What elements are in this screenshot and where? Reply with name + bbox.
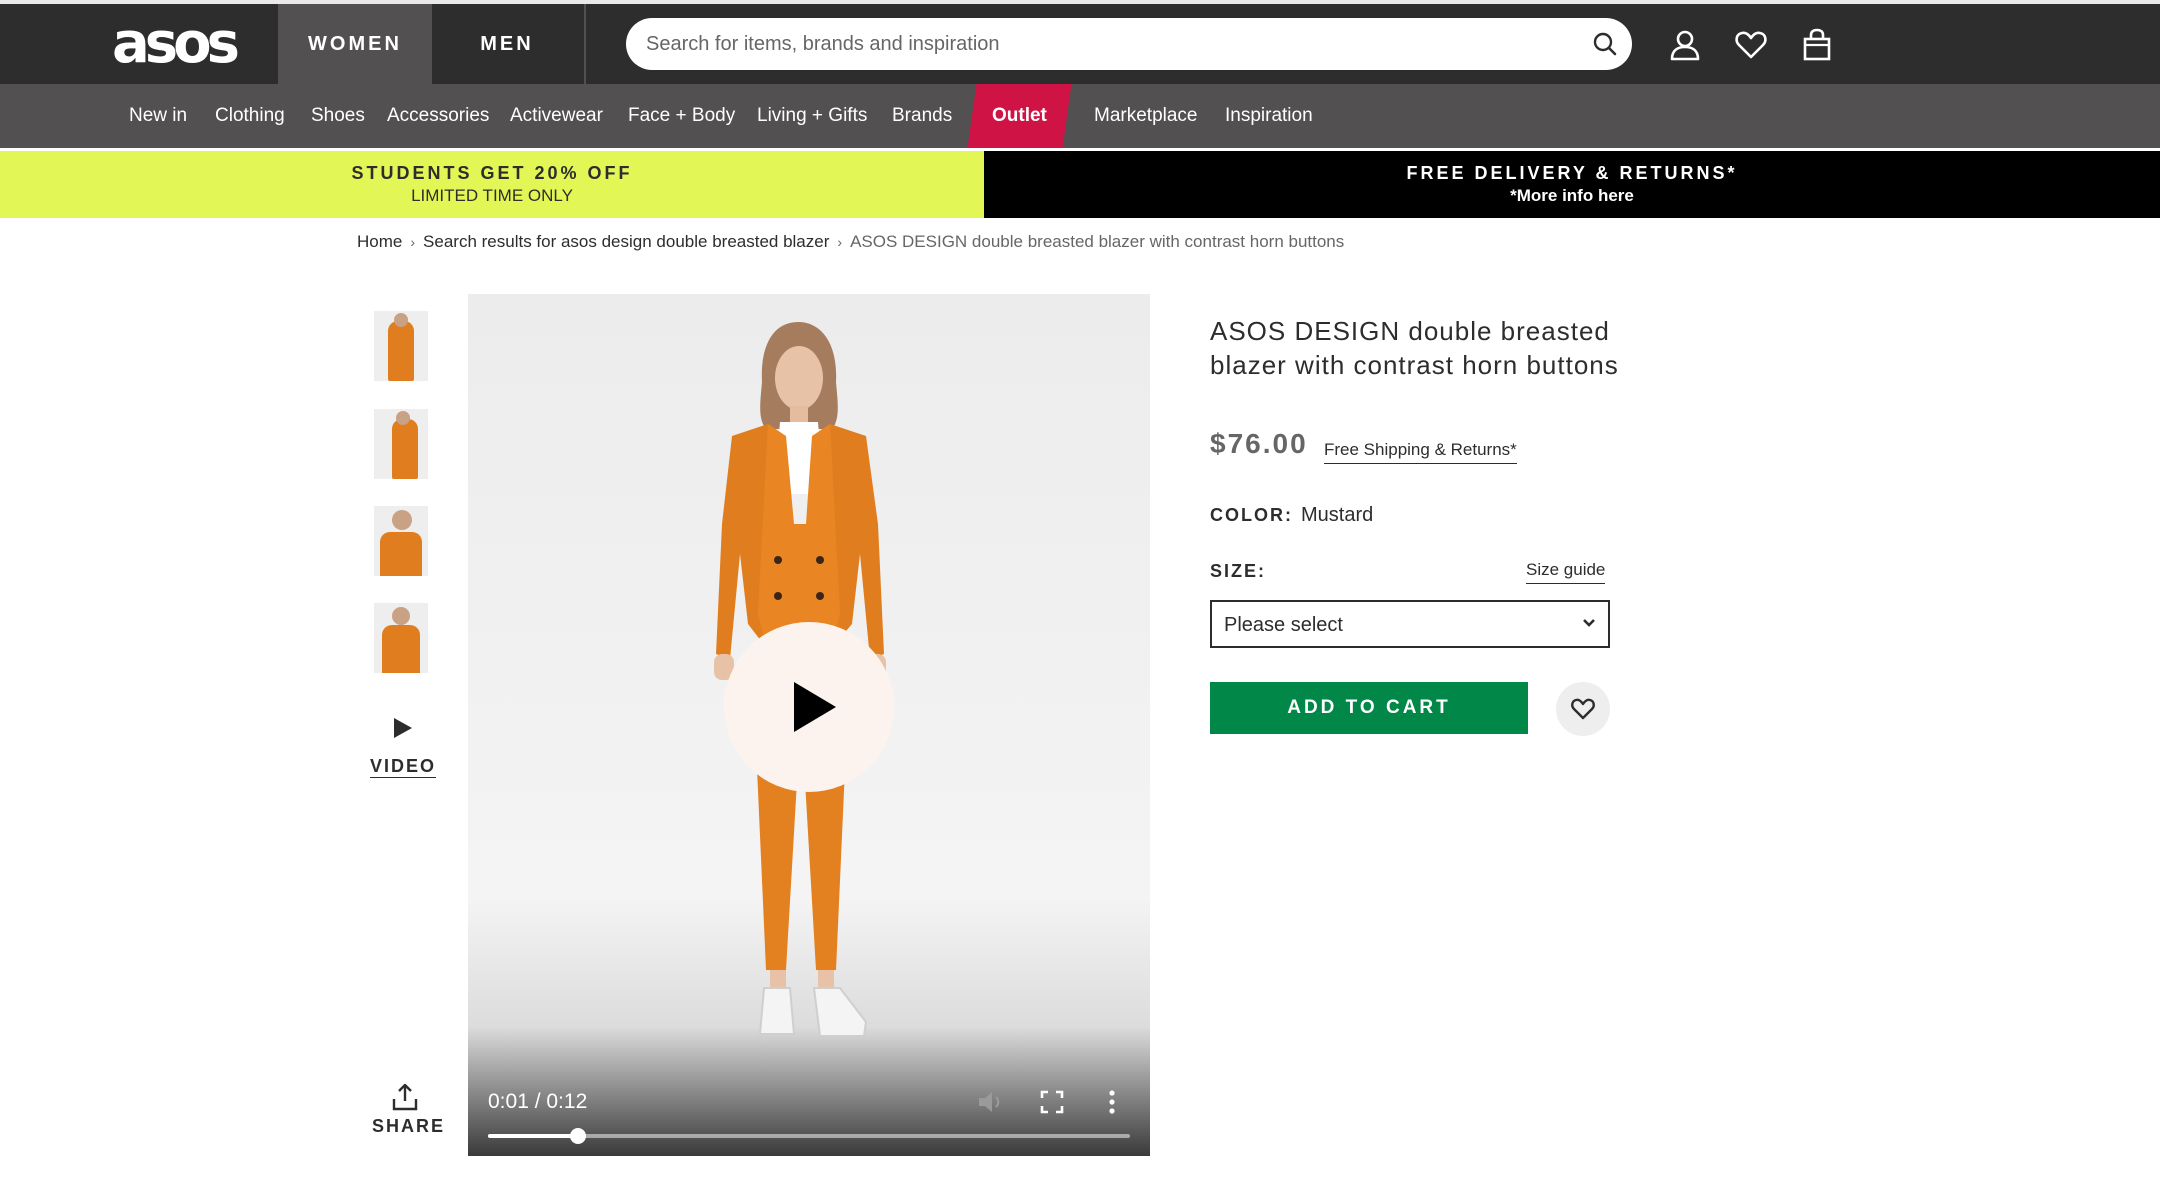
- account-icon[interactable]: [1668, 28, 1702, 62]
- size-label: SIZE:: [1210, 561, 1267, 581]
- nav-outlet[interactable]: Outlet: [967, 84, 1072, 148]
- nav-accessories[interactable]: Accessories: [387, 84, 489, 148]
- video-progress-fill: [488, 1134, 578, 1138]
- nav-outlet-label: Outlet: [992, 105, 1047, 126]
- nav-new-in[interactable]: New in: [129, 84, 187, 148]
- breadcrumb-current: ASOS DESIGN double breasted blazer with …: [850, 232, 1345, 251]
- delivery-promo-title: FREE DELIVERY & RETURNS*: [1406, 163, 1738, 183]
- nav-activewear[interactable]: Activewear: [510, 84, 603, 148]
- add-to-cart-button[interactable]: ADD TO CART: [1210, 682, 1528, 734]
- breadcrumb: Home › Search results for asos design doub…: [357, 232, 1344, 252]
- product-video-player[interactable]: 0:01 / 0:12: [468, 294, 1150, 1156]
- product-price: $76.00: [1210, 428, 1308, 459]
- breadcrumb-search[interactable]: Search results for asos design double br…: [423, 232, 829, 251]
- tab-women[interactable]: WOMEN: [278, 4, 432, 84]
- nav-inspiration[interactable]: Inspiration: [1225, 84, 1313, 148]
- more-options-icon[interactable]: [1098, 1088, 1126, 1116]
- video-play-icon[interactable]: [390, 716, 414, 740]
- color-value: Mustard: [1301, 504, 1374, 526]
- product-thumbnail[interactable]: [374, 506, 428, 576]
- top-header: asos WOMEN MEN: [0, 0, 2160, 84]
- video-play-button[interactable]: [724, 622, 894, 792]
- thumbnail-head: [392, 510, 412, 530]
- breadcrumb-home[interactable]: Home: [357, 232, 402, 251]
- thumbnail-figure: [388, 321, 414, 381]
- nav-brands[interactable]: Brands: [892, 84, 952, 148]
- nav-face-body[interactable]: Face + Body: [628, 84, 735, 148]
- search-icon[interactable]: [1592, 31, 1618, 57]
- search-input[interactable]: [646, 18, 1546, 70]
- thumbnail-head: [394, 313, 408, 327]
- color-label: COLOR:: [1210, 505, 1293, 525]
- thumbnail-head: [392, 607, 410, 625]
- free-shipping-link[interactable]: Free Shipping & Returns*: [1324, 440, 1517, 464]
- thumbnail-head: [396, 411, 410, 425]
- share-label[interactable]: SHARE: [372, 1116, 445, 1137]
- student-promo-title: STUDENTS GET 20% OFF: [351, 163, 633, 183]
- size-guide-link[interactable]: Size guide: [1526, 560, 1606, 584]
- product-thumbnail[interactable]: [374, 311, 428, 381]
- size-select-value: Please select: [1224, 614, 1343, 636]
- nav-shoes[interactable]: Shoes: [311, 84, 365, 148]
- mute-icon[interactable]: [976, 1088, 1004, 1116]
- breadcrumb-separator: ›: [837, 234, 843, 250]
- bag-icon[interactable]: [1800, 28, 1834, 62]
- video-progress-handle[interactable]: [569, 1128, 586, 1144]
- video-time: 0:01 / 0:12: [488, 1090, 588, 1113]
- delivery-promo-banner[interactable]: FREE DELIVERY & RETURNS* *More info here: [984, 151, 2160, 218]
- header-divider: [584, 4, 586, 84]
- thumbnail-figure: [382, 625, 420, 673]
- product-title: ASOS DESIGN double breasted blazer with …: [1210, 316, 1619, 380]
- thumbnail-figure: [380, 532, 422, 576]
- asos-logo[interactable]: asos: [112, 14, 240, 74]
- play-icon: [794, 682, 836, 732]
- tab-men[interactable]: MEN: [432, 4, 582, 84]
- nav-marketplace[interactable]: Marketplace: [1094, 84, 1198, 148]
- breadcrumb-separator: ›: [410, 234, 416, 250]
- heart-icon: [1571, 698, 1595, 720]
- product-thumbnail[interactable]: [374, 603, 428, 673]
- student-promo-banner[interactable]: STUDENTS GET 20% OFF LIMITED TIME ONLY: [0, 151, 984, 218]
- nav-living-gifts[interactable]: Living + Gifts: [757, 84, 867, 148]
- search-bar: [626, 18, 1632, 70]
- share-icon[interactable]: [390, 1082, 420, 1112]
- nav-clothing[interactable]: Clothing: [215, 84, 285, 148]
- thumbnail-figure: [392, 419, 418, 479]
- fullscreen-icon[interactable]: [1038, 1088, 1066, 1116]
- category-nav: New in Clothing Shoes Accessories Active…: [0, 84, 2160, 150]
- delivery-promo-subtitle: *More info here: [1510, 186, 1634, 205]
- size-select[interactable]: Please select: [1210, 600, 1610, 648]
- product-thumbnail[interactable]: [374, 409, 428, 479]
- save-for-later-button[interactable]: [1556, 682, 1610, 736]
- video-progress-bar[interactable]: [488, 1128, 1130, 1144]
- student-promo-subtitle: LIMITED TIME ONLY: [411, 186, 573, 205]
- video-thumbnail-label[interactable]: VIDEO: [370, 756, 436, 777]
- heart-icon[interactable]: [1734, 28, 1768, 62]
- chevron-down-icon: [1583, 619, 1595, 627]
